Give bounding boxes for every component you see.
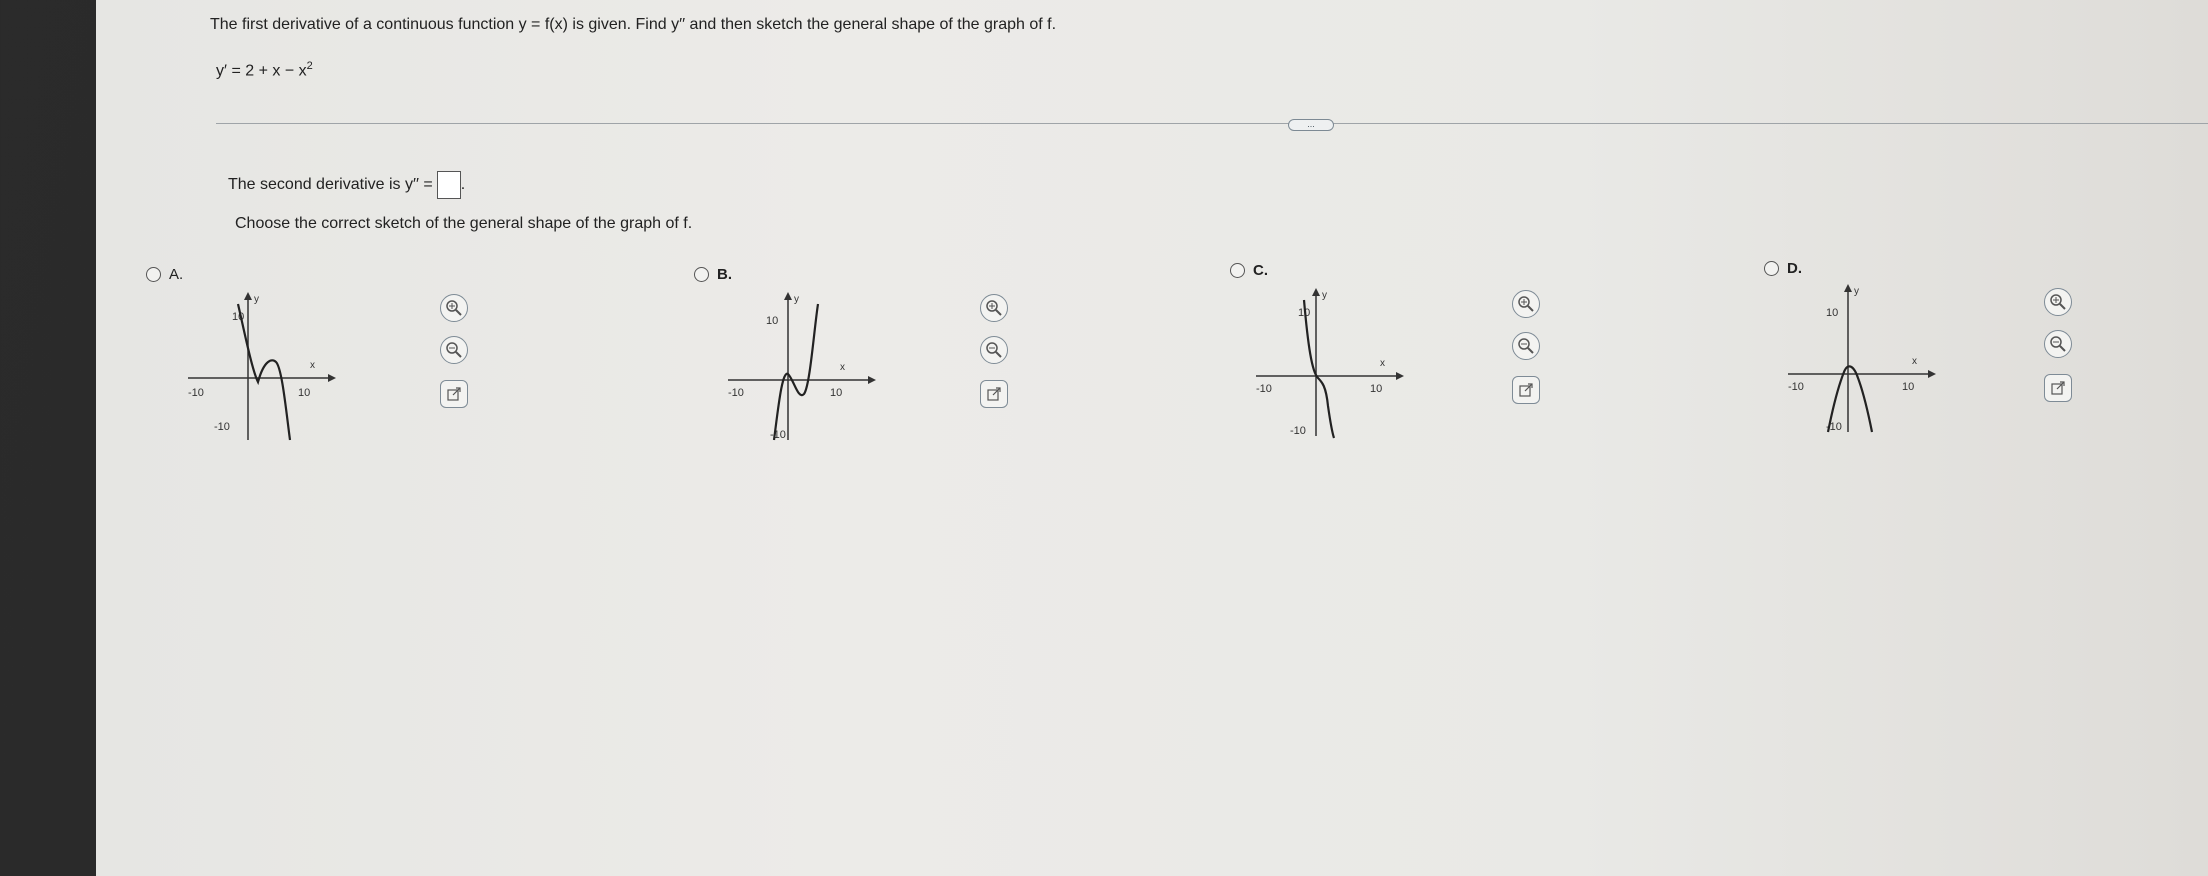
x-name: x bbox=[840, 362, 845, 373]
zoom-out-icon[interactable] bbox=[1512, 332, 1540, 360]
option-d-label: D. bbox=[1787, 260, 1802, 277]
screen: The first derivative of a continuous fun… bbox=[96, 0, 2208, 876]
zoom-in-icon[interactable] bbox=[1512, 290, 1540, 318]
y-bottom-label: -10 bbox=[214, 421, 230, 433]
option-b-header[interactable]: B. bbox=[694, 266, 732, 283]
option-d-radio[interactable] bbox=[1764, 261, 1779, 276]
second-derivative-label: The second derivative is y′′ = bbox=[228, 176, 433, 193]
zoom-in-icon[interactable] bbox=[2044, 288, 2072, 316]
x-name: x bbox=[1380, 358, 1385, 369]
option-b-radio[interactable] bbox=[694, 267, 709, 282]
external-link-icon[interactable] bbox=[2044, 374, 2072, 402]
y-axis-arrow bbox=[244, 292, 252, 300]
y-name: y bbox=[1854, 286, 1859, 297]
external-link-icon[interactable] bbox=[440, 380, 468, 408]
x-name: x bbox=[310, 360, 315, 371]
option-b-label: B. bbox=[717, 266, 732, 283]
x-left-label: -10 bbox=[728, 387, 744, 399]
second-derivative-prompt: The second derivative is y′′ = . bbox=[228, 171, 465, 199]
zoom-out-icon[interactable] bbox=[980, 336, 1008, 364]
option-d: D. 10 -10 -10 10 x y bbox=[1764, 260, 2072, 460]
question-text: The first derivative of a continuous fun… bbox=[210, 16, 1057, 33]
option-d-header[interactable]: D. bbox=[1764, 260, 1802, 277]
curve-b bbox=[772, 303, 820, 441]
zoom-in-icon[interactable] bbox=[980, 294, 1008, 322]
y-axis-arrow bbox=[1844, 284, 1852, 292]
option-c-graph: 10 -10 -10 10 x y bbox=[1256, 288, 1404, 439]
y-bottom-label: -10 bbox=[770, 429, 786, 441]
x-left-label: -10 bbox=[1256, 383, 1272, 395]
second-derivative-period: . bbox=[460, 176, 466, 193]
x-right-label: 10 bbox=[830, 387, 842, 399]
option-a: A. 10 -10 -10 10 x y bbox=[146, 266, 468, 466]
x-axis-arrow bbox=[1928, 370, 1936, 378]
choose-prompt: Choose the correct sketch of the general… bbox=[235, 215, 693, 232]
y-bottom-label: -10 bbox=[1290, 425, 1306, 437]
zoom-out-icon[interactable] bbox=[440, 336, 468, 364]
option-a-graph: 10 -10 -10 10 x y bbox=[188, 292, 336, 441]
option-a-label: A. bbox=[169, 266, 184, 283]
x-right-label: 10 bbox=[1902, 381, 1914, 393]
curve-c bbox=[1302, 299, 1336, 439]
x-right-label: 10 bbox=[298, 387, 310, 399]
option-a-header[interactable]: A. bbox=[146, 266, 183, 283]
y-top-label: 10 bbox=[1826, 307, 1838, 319]
x-axis-arrow bbox=[868, 376, 876, 384]
option-b-graph: 10 -10 -10 10 x y bbox=[728, 292, 876, 441]
curve-a bbox=[236, 303, 292, 441]
given-expression: y′ = 2 + x − x bbox=[216, 62, 307, 80]
x-axis-arrow bbox=[1396, 372, 1404, 380]
y-name: y bbox=[254, 294, 259, 305]
given-exponent: 2 bbox=[306, 60, 313, 72]
x-axis-arrow bbox=[328, 374, 336, 382]
option-a-radio[interactable] bbox=[146, 267, 161, 282]
y-name: y bbox=[1322, 290, 1327, 301]
x-left-label: -10 bbox=[1788, 381, 1804, 393]
x-left-label: -10 bbox=[188, 387, 204, 399]
option-d-graph: 10 -10 -10 10 x y bbox=[1788, 284, 1936, 433]
y-name: y bbox=[794, 294, 799, 305]
option-b: B. 10 -10 -10 10 x y bbox=[694, 266, 1008, 466]
y-top-label: 10 bbox=[766, 315, 778, 327]
option-c-header[interactable]: C. bbox=[1230, 262, 1268, 279]
zoom-in-icon[interactable] bbox=[440, 294, 468, 322]
y-axis-arrow bbox=[784, 292, 792, 300]
option-c-label: C. bbox=[1253, 262, 1268, 279]
answer-input[interactable] bbox=[436, 171, 461, 199]
option-c-radio[interactable] bbox=[1230, 263, 1245, 278]
more-button[interactable]: ... bbox=[1288, 119, 1334, 131]
zoom-out-icon[interactable] bbox=[2044, 330, 2072, 358]
x-name: x bbox=[1912, 356, 1917, 367]
external-link-icon[interactable] bbox=[980, 380, 1008, 408]
option-c: C. 10 -10 -10 10 x y bbox=[1230, 262, 1540, 462]
x-right-label: 10 bbox=[1370, 383, 1382, 395]
external-link-icon[interactable] bbox=[1512, 376, 1540, 404]
given-derivative: y′ = 2 + x − x2 bbox=[216, 60, 313, 80]
divider bbox=[216, 123, 2208, 124]
y-axis-arrow bbox=[1312, 288, 1320, 296]
